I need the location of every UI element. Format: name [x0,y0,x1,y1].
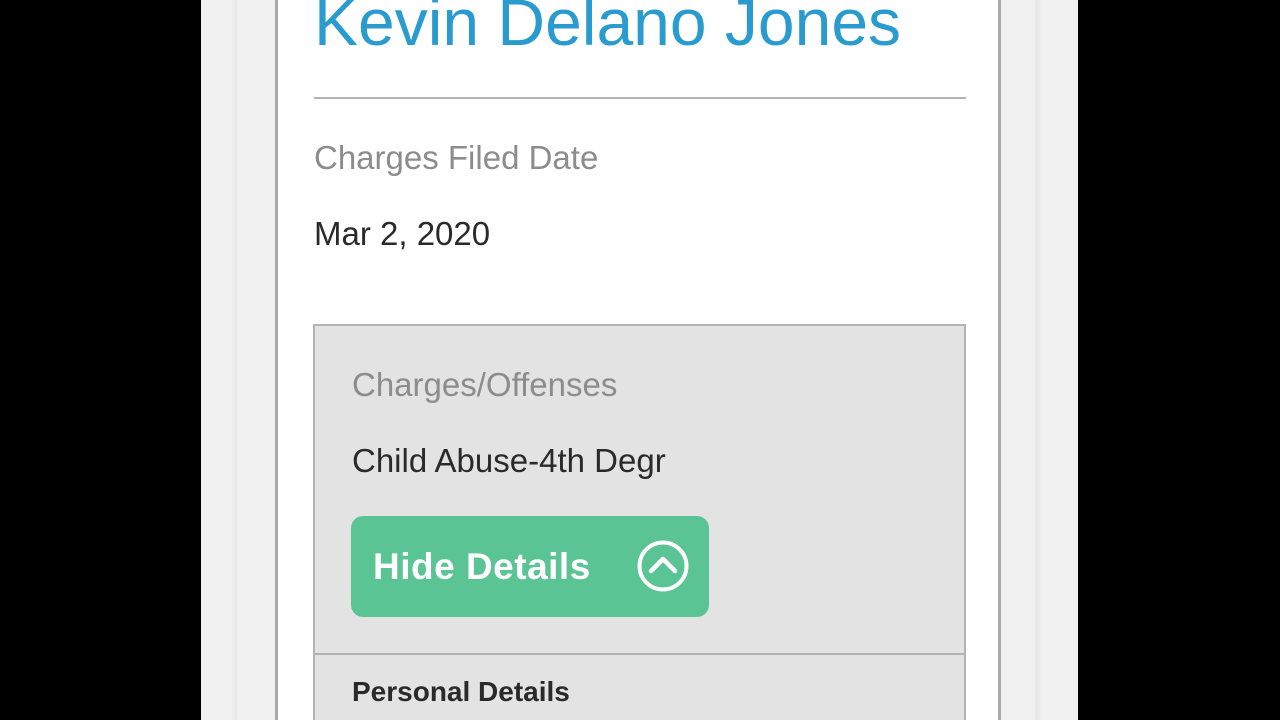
charges-filed-date-value: Mar 2, 2020 [314,215,491,252]
charges-offenses-value: Child Abuse-4th Degr [352,442,666,479]
hide-details-button[interactable]: Hide Details [351,516,709,617]
hide-details-label: Hide Details [373,546,591,587]
chevron-up-circle-icon [637,540,689,592]
name-divider [314,97,966,99]
person-name: Kevin Delano Jones [314,0,902,59]
panel-divider [315,653,964,655]
page-shadow-left [231,0,237,720]
personal-details-heading[interactable]: Personal Details [352,672,570,712]
charges-offenses-label: Charges/Offenses [352,366,618,403]
page-shadow-right [1035,0,1043,720]
charges-filed-date-label: Charges Filed Date [314,139,599,176]
screen: Kevin Delano Jones Charges Filed Date Ma… [0,0,1280,720]
